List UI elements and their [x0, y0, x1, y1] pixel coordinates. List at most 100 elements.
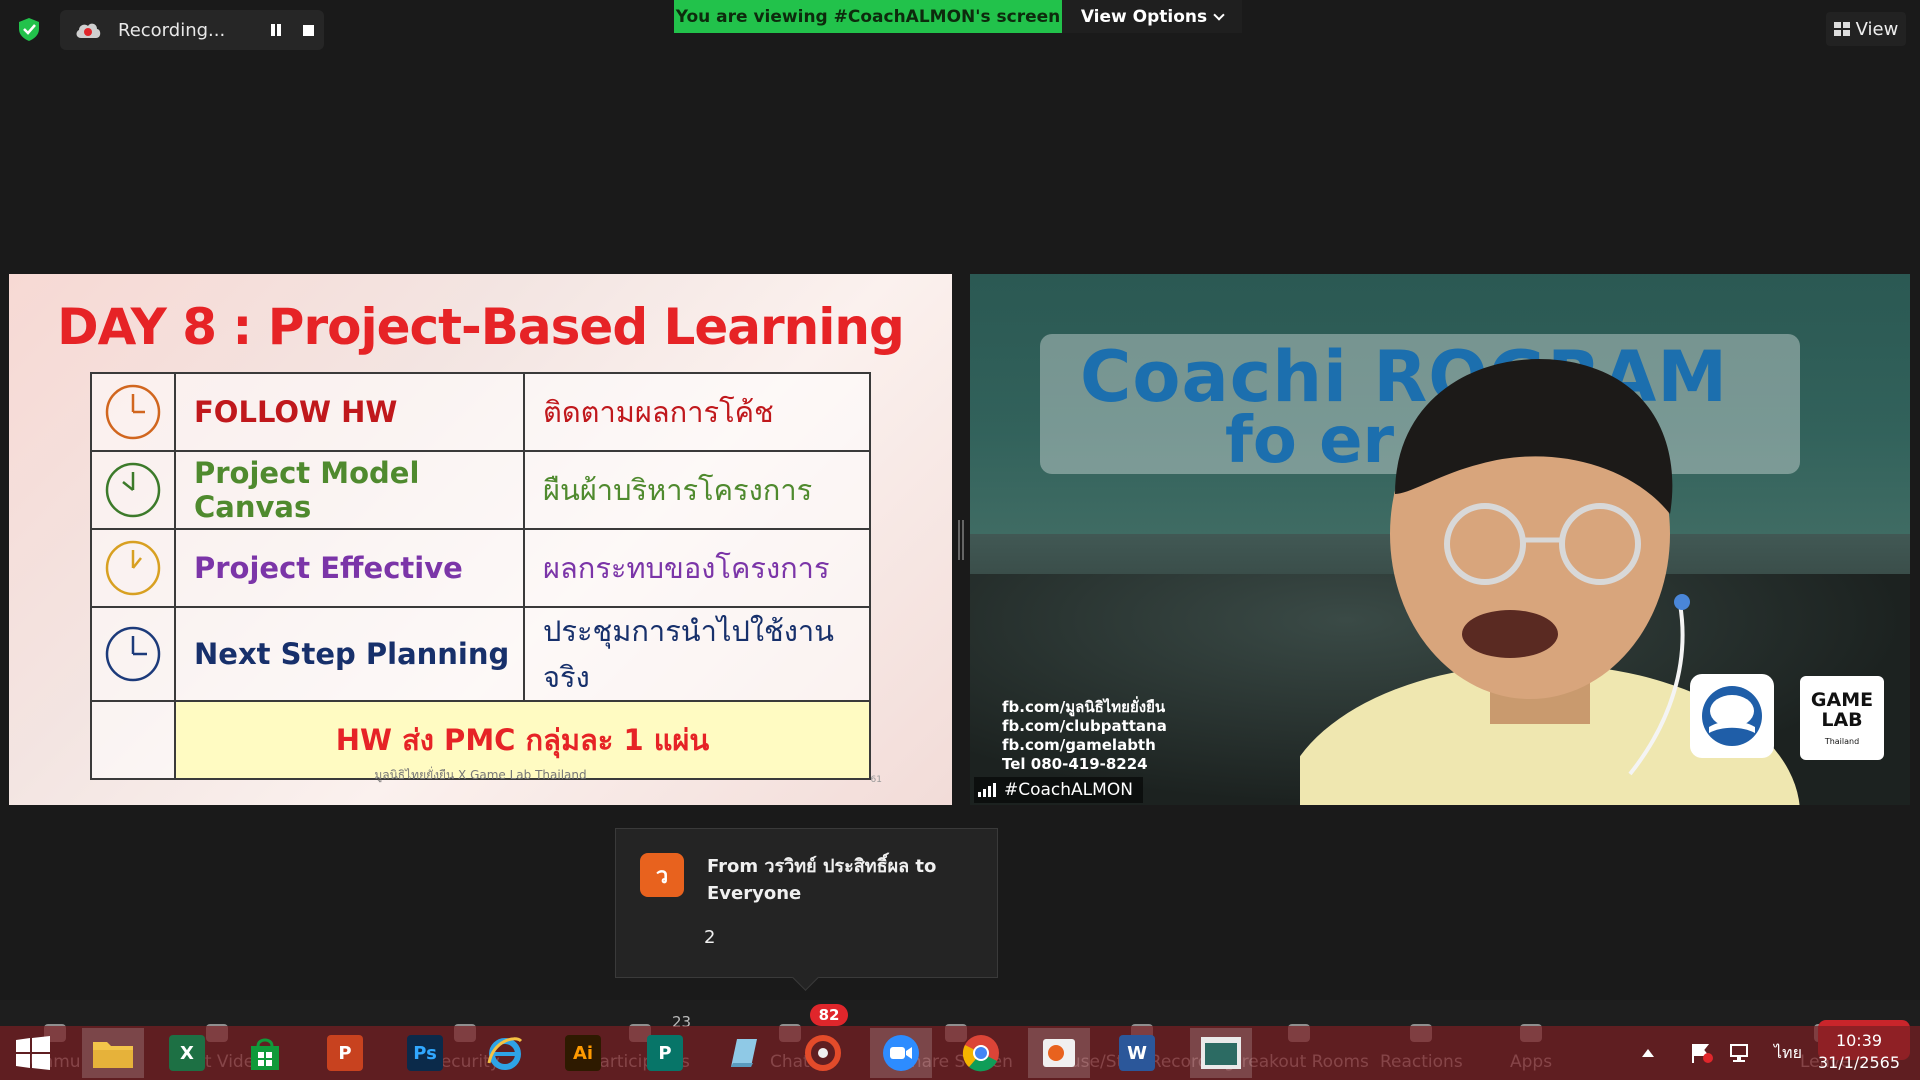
recording-label: Recording...: [118, 19, 226, 41]
view-button[interactable]: View: [1826, 12, 1906, 46]
game-lab-logo-line2: LAB: [1821, 709, 1863, 731]
taskbar-internet-explorer[interactable]: [480, 1028, 530, 1078]
folder-icon: [93, 1042, 133, 1068]
recording-indicator: Recording...: [60, 10, 324, 50]
foundation-logo: [1690, 674, 1774, 758]
slide-row-english: Project Effective: [174, 528, 525, 608]
slide-row: Next Step Planning ประชุมการนำไปใช้งานจริ…: [90, 606, 871, 702]
taskbar-file-explorer[interactable]: [82, 1028, 144, 1078]
pause-recording-button[interactable]: [260, 14, 292, 46]
photoshop-icon: Ps: [407, 1035, 443, 1071]
clock-icon: [105, 384, 161, 440]
slide-row: Project Model Canvas ผืนผ้าบริหารโครงการ: [90, 450, 871, 530]
encryption-shield-icon[interactable]: [16, 16, 42, 42]
view-label: View: [1855, 18, 1899, 40]
taskbar-illustrator[interactable]: Ai: [558, 1028, 608, 1078]
taskbar-photoscape[interactable]: [798, 1028, 848, 1078]
slide-row-english: FOLLOW HW: [174, 372, 525, 452]
presentation-icon: [1043, 1039, 1075, 1067]
photoscape-icon: [805, 1035, 841, 1071]
network-icon: [1730, 1044, 1748, 1062]
slide-table: FOLLOW HW ติดตามผลการโค้ช Project Model Ca…: [90, 372, 871, 780]
video-contacts: fb.com/มูลนิธิไทยยั่งยืน fb.com/clubpatta…: [1002, 698, 1167, 774]
taskbar-chrome[interactable]: [956, 1028, 1006, 1078]
video-contact-line: fb.com/gamelabth: [1002, 736, 1156, 754]
taskbar-image-viewer[interactable]: [1190, 1028, 1252, 1078]
slide-row: FOLLOW HW ติดตามผลการโค้ช: [90, 372, 871, 452]
taskbar-zoom[interactable]: [870, 1028, 932, 1078]
tray-input-language[interactable]: ไทย: [1774, 1028, 1802, 1078]
game-lab-logo: GAME LAB Thailand: [1800, 676, 1884, 760]
cloud-recording-icon: [76, 23, 101, 38]
slide-row-icon-cell: [90, 450, 176, 530]
tray-clock[interactable]: 10:39 31/1/2565: [1806, 1030, 1912, 1074]
taskbar-word[interactable]: W: [1112, 1028, 1162, 1078]
slide-row: Project Effective ผลกระทบของโครงการ: [90, 528, 871, 608]
zoom-app-icon: [883, 1035, 919, 1071]
taskbar-photoshop[interactable]: Ps: [400, 1028, 450, 1078]
video-contact-line: fb.com/clubpattana: [1002, 717, 1167, 735]
participant-video-tile[interactable]: Coachi ROGRAM fo er fb.com/มูลนิธิไทยยั่…: [970, 274, 1910, 805]
split-view-handle[interactable]: [958, 520, 964, 560]
stop-icon: [302, 24, 314, 36]
game-lab-logo-sub: Thailand: [1824, 737, 1860, 746]
taskbar-publisher[interactable]: P: [640, 1028, 690, 1078]
taskbar-notes-app[interactable]: [718, 1028, 768, 1078]
taskbar-powerpoint[interactable]: P: [320, 1028, 370, 1078]
clock-icon: [105, 462, 161, 518]
foundation-logo-icon: [1702, 686, 1762, 746]
slide-row-icon-cell: [90, 528, 176, 608]
flag-alert-icon: [1692, 1044, 1713, 1063]
slide-title: DAY 8 : Project-Based Learning: [57, 298, 905, 356]
tray-overflow-button[interactable]: [1642, 1028, 1654, 1078]
excel-icon: X: [169, 1035, 205, 1071]
tray-network[interactable]: [1728, 1028, 1752, 1078]
store-bag-icon: [251, 1038, 279, 1070]
tray-action-center[interactable]: [1690, 1028, 1714, 1078]
slide-row-english: Next Step Planning: [174, 606, 525, 702]
chat-sender-line: From วรวิทย์ ประสิทธิ์ผล to Everyone: [707, 856, 937, 904]
gallery-grid-icon: [1833, 22, 1850, 36]
tray-date: 31/1/2565: [1817, 1053, 1901, 1072]
illustrator-icon: Ai: [565, 1035, 601, 1071]
view-options-button[interactable]: View Options: [1062, 0, 1242, 33]
pause-icon: [271, 24, 281, 36]
slide-row-english: Project Model Canvas: [174, 450, 525, 530]
slide-row-icon-cell: [90, 606, 176, 702]
taskbar-presentation-app[interactable]: [1028, 1028, 1090, 1078]
powerpoint-icon: P: [327, 1035, 363, 1071]
slide-row-icon-cell: [90, 372, 176, 452]
taskbar-store[interactable]: [240, 1028, 290, 1078]
start-button[interactable]: [8, 1028, 58, 1078]
chevron-up-icon: [1642, 1049, 1654, 1057]
video-contact-line: Tel 080-419-8224: [1002, 755, 1148, 773]
chevron-down-icon: [1213, 8, 1225, 21]
connection-signal-icon: [978, 783, 996, 797]
view-options-label: View Options: [1080, 6, 1208, 27]
participant-name-tag: #CoachALMON: [974, 777, 1143, 803]
notebook-icon: [731, 1039, 757, 1067]
taskbar-excel[interactable]: X: [162, 1028, 212, 1078]
viewing-screen-banner: You are viewing #CoachALMON's screen: [674, 0, 1062, 33]
video-contact-line: fb.com/มูลนิธิไทยยั่งยืน: [1002, 698, 1166, 716]
windows-logo-icon: [16, 1036, 50, 1070]
stop-recording-button[interactable]: [292, 14, 324, 46]
tray-time: 10:39: [1835, 1031, 1883, 1050]
slide-row-thai: ประชุมการนำไปใช้งานจริง: [523, 606, 871, 702]
game-lab-logo-line1: GAME: [1810, 689, 1874, 711]
chat-unread-badge: 82: [810, 1004, 848, 1026]
chat-notification-popup[interactable]: ว From วรวิทย์ ประสิทธิ์ผล to Everyone 2: [615, 828, 998, 978]
slide-page-number: 61: [870, 775, 882, 785]
clock-icon: [105, 626, 161, 682]
slide-row-thai: ติดตามผลการโค้ช: [523, 372, 871, 452]
slide-row-thai: ผลกระทบของโครงการ: [523, 528, 871, 608]
chat-message-text: 2: [704, 927, 716, 948]
participant-name: #CoachALMON: [1004, 780, 1133, 800]
chat-sender-avatar: ว: [640, 853, 684, 897]
word-icon: W: [1119, 1035, 1155, 1071]
image-window-icon: [1201, 1037, 1241, 1069]
slide-row-thai: ผืนผ้าบริหารโครงการ: [523, 450, 871, 530]
slide-footer: มูลนิธิไทยยั่งยืน X Game Lab Thailand: [374, 768, 587, 782]
internet-explorer-icon: [487, 1037, 523, 1070]
publisher-icon: P: [647, 1035, 683, 1071]
